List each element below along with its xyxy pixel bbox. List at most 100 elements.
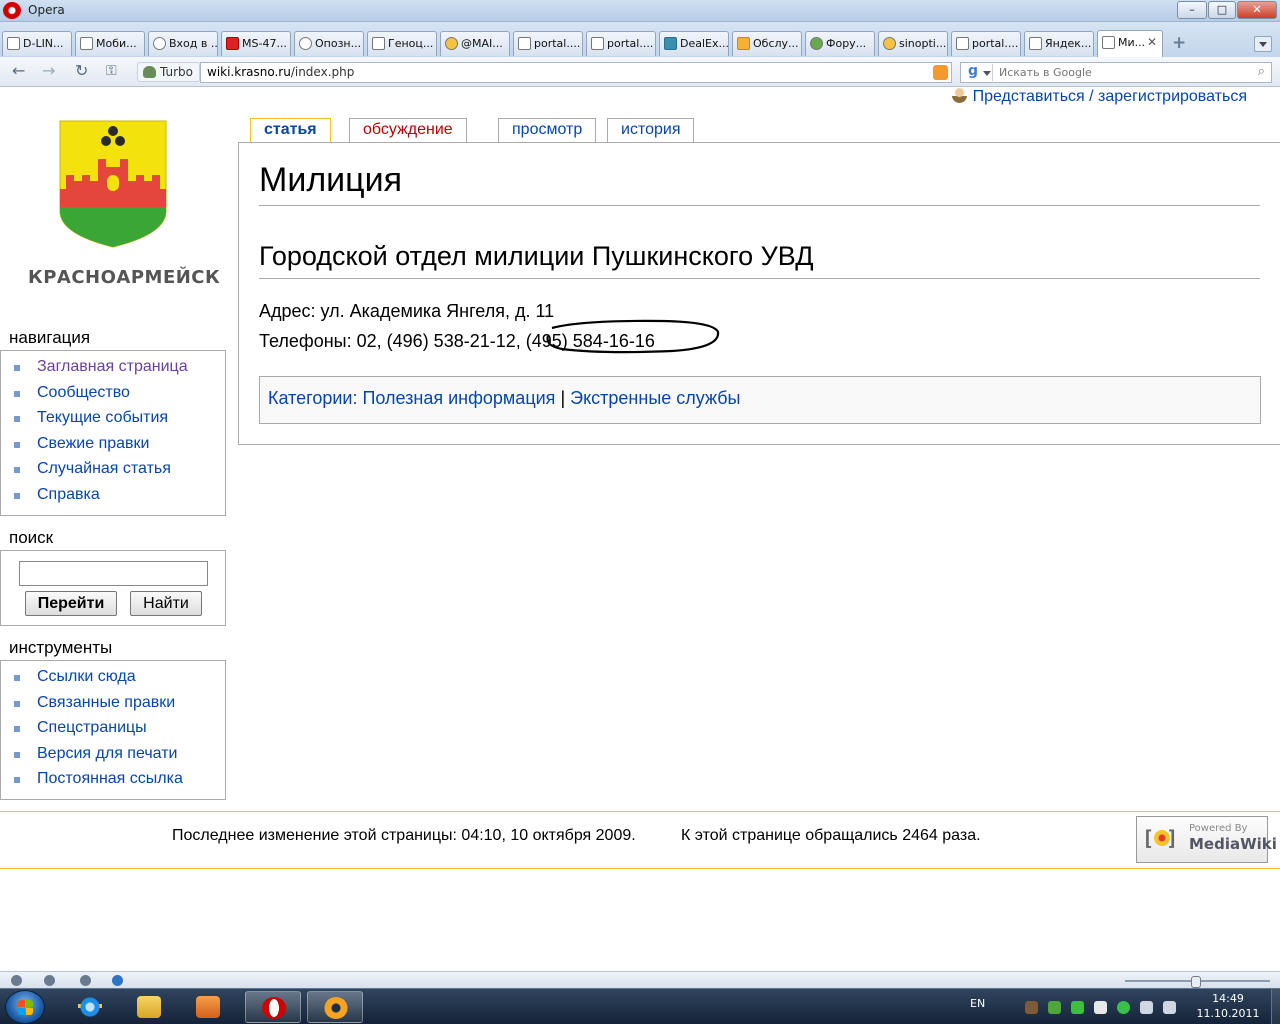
volume-icon[interactable] xyxy=(1163,1001,1176,1014)
zoom-slider[interactable] xyxy=(1125,976,1270,988)
wiki-search-input[interactable] xyxy=(19,561,208,586)
sync-icon[interactable] xyxy=(80,975,91,986)
address-field[interactable]: wiki.krasno.ru/index.php xyxy=(200,62,952,83)
nav-current-events[interactable]: Текущие события xyxy=(1,405,225,431)
tool-special-pages[interactable]: Спецстраницы xyxy=(1,715,225,741)
browser-tab[interactable]: Яндек... xyxy=(1024,31,1094,56)
maximize-button[interactable]: □ xyxy=(1208,1,1236,19)
turbo-status-icon[interactable] xyxy=(112,975,123,986)
start-button[interactable] xyxy=(5,990,45,1024)
tab-label: D-LIN... xyxy=(23,37,64,50)
show-desktop-button[interactable] xyxy=(1271,989,1280,1024)
tool-label: Версия для печати xyxy=(37,744,178,762)
tab-article[interactable]: статья xyxy=(250,118,331,142)
browser-tab[interactable]: portal.... xyxy=(951,31,1021,56)
tray-app-icon[interactable] xyxy=(1025,1001,1038,1014)
opera-logo-icon[interactable] xyxy=(3,2,21,19)
category-emergency-link[interactable]: Экстренные службы xyxy=(570,388,740,408)
tray-at-icon[interactable] xyxy=(1117,1001,1130,1014)
powered-by-mediawiki-badge[interactable]: [ ] Powered By MediaWiki xyxy=(1136,816,1277,863)
browser-tab[interactable]: Обслу... xyxy=(732,31,802,56)
action-center-flag-icon[interactable] xyxy=(1094,1001,1107,1014)
browser-tab[interactable]: Моби... xyxy=(75,31,145,56)
mail-at-icon xyxy=(883,37,896,50)
tools-heading: инструменты xyxy=(9,638,113,657)
category-useful-info-link[interactable]: Полезная информация xyxy=(362,388,555,408)
google-engine-selector-icon[interactable] xyxy=(963,63,993,81)
search-engine-box: ⌕ xyxy=(960,62,1272,83)
tray-clock[interactable]: 14:49 11.10.2011 xyxy=(1195,991,1261,1021)
browser-tab[interactable]: Вход в ... xyxy=(148,31,218,56)
page-title: Милиция xyxy=(259,161,403,199)
tool-permanent-link[interactable]: Постоянная ссылка xyxy=(1,766,225,792)
categories-link[interactable]: Категории: xyxy=(268,388,357,408)
taskbar-explorer[interactable] xyxy=(121,991,177,1023)
bullet-icon xyxy=(14,390,20,397)
tool-what-links-here[interactable]: Ссылки сюда xyxy=(1,664,225,690)
rss-feed-icon[interactable] xyxy=(933,65,948,80)
login-register-link[interactable]: Представиться / зарегистрироваться xyxy=(951,88,1247,106)
browser-tab[interactable]: Опозн... xyxy=(294,31,364,56)
nav-help[interactable]: Справка xyxy=(1,482,225,508)
browser-tab[interactable]: @MAI... xyxy=(440,31,510,56)
tab-label: portal.... xyxy=(607,37,654,50)
powered-by-text: Powered By xyxy=(1189,823,1248,834)
user-icon xyxy=(951,88,967,103)
language-indicator[interactable]: EN xyxy=(970,997,985,1010)
network-icon[interactable] xyxy=(1140,1001,1153,1014)
page-icon xyxy=(7,37,20,50)
tab-history[interactable]: история xyxy=(607,118,695,142)
search-heading: поиск xyxy=(9,528,54,547)
clock-date: 11.10.2011 xyxy=(1196,1007,1260,1020)
forum-globe-icon xyxy=(810,37,823,50)
tab-label: DealEx... xyxy=(680,37,729,50)
forward-arrow-icon[interactable]: → xyxy=(42,61,55,80)
browser-tab[interactable]: MS-47... xyxy=(221,31,291,56)
browser-tab[interactable]: portal.... xyxy=(513,31,583,56)
unite-icon[interactable] xyxy=(44,975,55,986)
browser-tab[interactable]: portal.... xyxy=(586,31,656,56)
nav-recent-changes[interactable]: Свежие правки xyxy=(1,431,225,457)
panel-toggle-icon[interactable] xyxy=(11,975,22,986)
back-arrow-icon[interactable]: ← xyxy=(12,61,25,80)
wand-key-icon[interactable]: ⚿ xyxy=(106,63,117,79)
taskbar-mail-agent[interactable] xyxy=(307,991,363,1023)
tool-printable-version[interactable]: Версия для печати xyxy=(1,741,225,767)
reload-icon[interactable]: ↻ xyxy=(75,61,88,80)
close-window-button[interactable]: ✕ xyxy=(1237,1,1277,19)
download-arrow-icon[interactable] xyxy=(1071,1001,1084,1014)
nav-main-page[interactable]: Заглавная страница xyxy=(1,354,225,380)
browser-tab[interactable]: sinopti... xyxy=(878,31,948,56)
browser-tab[interactable]: Геноц... xyxy=(367,31,437,56)
site-logo[interactable]: КРАСНОАРМЕЙСК xyxy=(28,119,220,299)
taskbar-media-player[interactable] xyxy=(180,991,236,1023)
tool-related-changes[interactable]: Связанные правки xyxy=(1,690,225,716)
mail-at-icon xyxy=(324,997,348,1019)
magnifier-icon[interactable]: ⌕ xyxy=(1258,64,1265,79)
search-go-button[interactable]: Перейти xyxy=(25,591,117,616)
browser-tab[interactable]: Фору... xyxy=(805,31,875,56)
nav-community[interactable]: Сообщество xyxy=(1,380,225,406)
tab-label: Вход в ... xyxy=(169,37,218,50)
nav-random-article[interactable]: Случайная статья xyxy=(1,456,225,482)
browser-tab-active[interactable]: Ми... ✕ xyxy=(1097,30,1163,57)
window-titlebar[interactable]: Opera – □ ✕ xyxy=(0,0,1280,22)
search-find-button[interactable]: Найти xyxy=(130,591,202,616)
taskbar-opera[interactable] xyxy=(245,991,301,1023)
close-tab-icon[interactable]: ✕ xyxy=(1147,35,1157,49)
google-search-input[interactable] xyxy=(999,64,1244,81)
browser-tab[interactable]: D-LIN... xyxy=(2,31,72,56)
tab-menu-dropdown-icon[interactable] xyxy=(1254,36,1272,52)
nav-label: Свежие правки xyxy=(37,434,150,452)
url-host: wiki.krasno.ru xyxy=(207,65,291,79)
tray-antivirus-icon[interactable] xyxy=(1048,1001,1061,1014)
tools-portlet: Ссылки сюда Связанные правки Спецстраниц… xyxy=(0,660,226,800)
tab-view[interactable]: просмотр xyxy=(498,118,597,142)
new-tab-plus-icon[interactable]: + xyxy=(1172,33,1186,53)
tab-discussion[interactable]: обсуждение xyxy=(349,118,467,142)
turbo-button[interactable]: Turbo xyxy=(137,62,201,82)
site-yellow-icon xyxy=(737,37,750,50)
minimize-button[interactable]: – xyxy=(1177,1,1207,19)
browser-tab[interactable]: DealEx... xyxy=(659,31,729,56)
taskbar-ie[interactable] xyxy=(62,991,118,1023)
